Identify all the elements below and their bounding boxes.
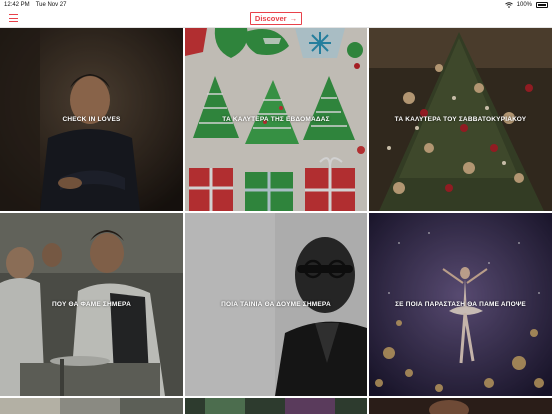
battery-icon [536,2,548,8]
status-date: Tue Nov 27 [35,2,67,8]
tile-best-of-week[interactable]: ΤΑ ΚΑΛΥΤΕΡΑ ΤΗΣ ΕΒΔΟΜΑΔΑΣ [185,28,367,211]
discover-button[interactable]: Discover → [250,12,302,25]
hamburger-line [9,21,18,22]
hamburger-line [9,17,18,19]
tile-label: ΠΟΥ ΘΑ ΦΑΜΕ ΣΗΜΕΡΑ [52,301,131,308]
tile-row3-col3[interactable] [369,398,552,414]
menu-button[interactable] [9,14,18,22]
tile-image-partial [0,398,183,414]
tile-best-of-weekend[interactable]: ΤΑ ΚΑΛΥΤΕΡΑ ΤΟΥ ΣΑΒΒΑΤΟΚΥΡΙΑΚΟΥ [369,28,552,211]
wifi-icon [504,2,513,8]
tile-which-show[interactable]: ΣΕ ΠΟΙΑ ΠΑΡΑΣΤΑΣΗ ΘΑ ΠΑΜΕ ΑΠΟΨΕ [369,213,552,396]
tile-image-partial [185,398,367,414]
category-grid: CHECK IN LOVES ΤΑ ΚΑΛΥΤΕΡΑ ΤΗΣ ΕΒΔΟΜΑΔΑΣ… [0,28,552,414]
tile-label: ΣΕ ΠΟΙΑ ΠΑΡΑΣΤΑΣΗ ΘΑ ΠΑΜΕ ΑΠΟΨΕ [395,301,526,308]
navigation-bar: Discover → [0,10,552,28]
status-time: 12:42 PM [4,2,30,8]
status-bar: 12:42 PM Tue Nov 27 100% [0,0,552,10]
arrow-right-icon: → [289,14,298,23]
battery-percent: 100% [516,2,532,8]
tile-label: ΠΟΙΑ ΤΑΙΝΙΑ ΘΑ ΔΟΥΜΕ ΣΗΜΕΡΑ [221,301,331,308]
tile-label: ΤΑ ΚΑΛΥΤΕΡΑ ΤΗΣ ΕΒΔΟΜΑΔΑΣ [222,116,330,123]
tile-row3-col2[interactable] [185,398,367,414]
tile-image-partial [369,398,552,414]
tile-label: ΤΑ ΚΑΛΥΤΕΡΑ ΤΟΥ ΣΑΒΒΑΤΟΚΥΡΙΑΚΟΥ [394,116,527,123]
tile-row3-col1[interactable] [0,398,183,414]
tile-label: CHECK IN LOVES [62,116,121,123]
tile-check-in-loves[interactable]: CHECK IN LOVES [0,28,183,211]
discover-label: Discover [254,14,287,23]
tile-where-to-eat[interactable]: ΠΟΥ ΘΑ ΦΑΜΕ ΣΗΜΕΡΑ [0,213,183,396]
tile-which-movie[interactable]: ΠΟΙΑ ΤΑΙΝΙΑ ΘΑ ΔΟΥΜΕ ΣΗΜΕΡΑ [185,213,367,396]
hamburger-menu-icon [9,14,18,15]
